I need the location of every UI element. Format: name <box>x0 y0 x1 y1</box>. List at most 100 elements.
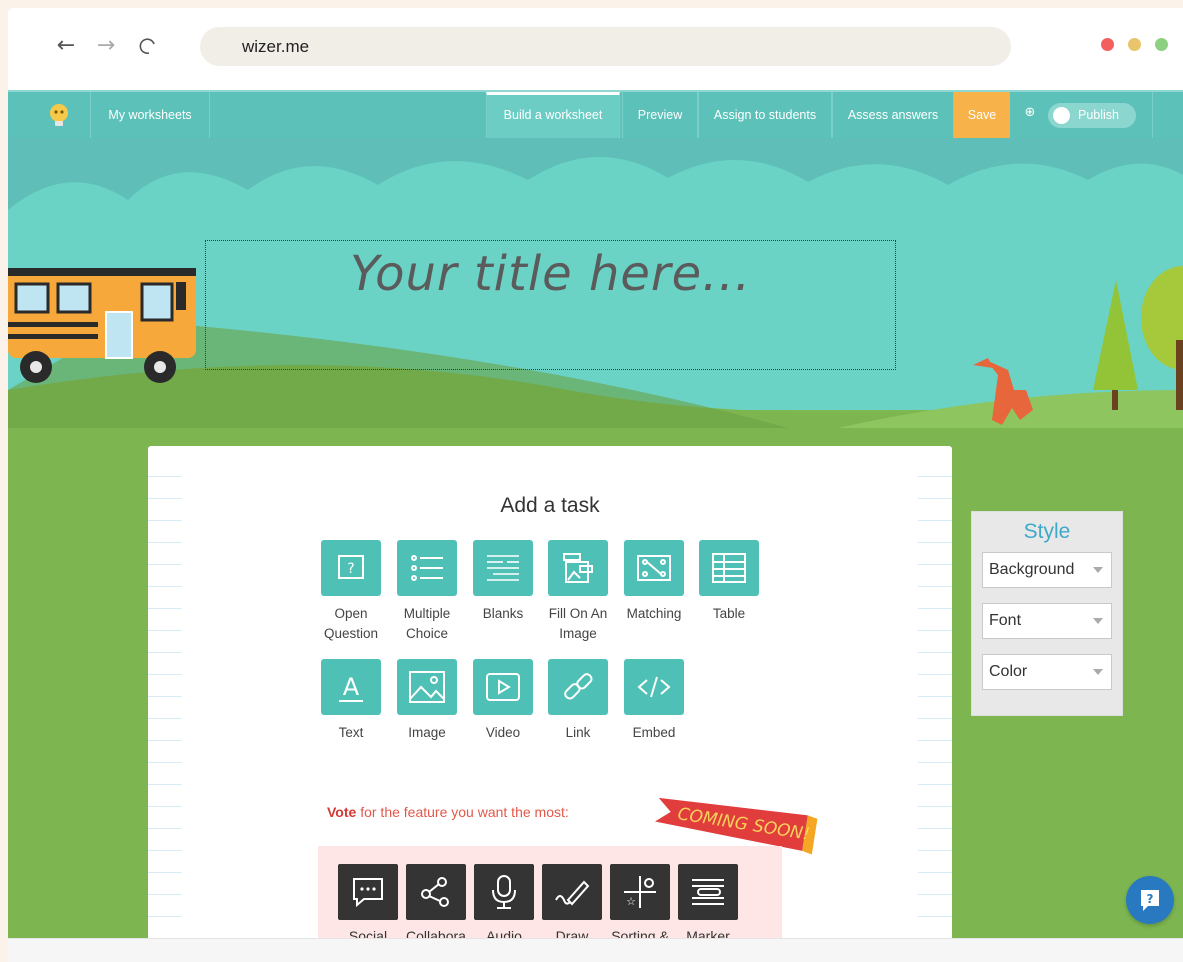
window-dot-yellow[interactable] <box>1128 38 1141 51</box>
font-select[interactable]: Font <box>982 603 1112 639</box>
vote-social[interactable]: Social <box>334 864 402 938</box>
color-select[interactable]: Color <box>982 654 1112 690</box>
vote-collaborate[interactable]: Collabora <box>402 864 470 938</box>
paper-rule-line <box>148 828 182 829</box>
paper-rule-line <box>148 498 182 499</box>
task-label: Text <box>338 725 364 740</box>
tab-build-worksheet[interactable]: Build a worksheet <box>486 92 620 138</box>
task-table[interactable]: Table <box>691 540 767 624</box>
paper-rule-line <box>918 872 952 873</box>
svg-text:A: A <box>343 673 360 701</box>
my-worksheets-link[interactable]: My worksheets <box>90 92 210 138</box>
vote-label: Marker <box>686 928 730 938</box>
social-icon <box>338 864 398 920</box>
style-title: Style <box>1023 520 1071 543</box>
vote-marker[interactable]: Marker <box>674 864 742 938</box>
task-multiple-choice[interactable]: Multiple Choice <box>389 540 465 644</box>
wizer-logo-icon[interactable] <box>46 102 72 128</box>
task-matching[interactable]: Matching <box>616 540 692 624</box>
tab-assign-to-students[interactable]: Assign to students <box>698 92 832 138</box>
reload-icon[interactable] <box>136 34 160 58</box>
worksheet-title-field[interactable]: Your title here... <box>205 240 896 370</box>
paper-rule-line <box>918 916 952 917</box>
vote-draw[interactable]: Draw <box>538 864 606 938</box>
publish-toggle[interactable]: Publish <box>1048 103 1136 128</box>
task-label: Image <box>408 725 446 740</box>
matching-icon <box>624 540 684 596</box>
paper-rule-line <box>918 586 952 587</box>
fill-on-image-icon <box>548 540 608 596</box>
svg-text:?: ? <box>1147 892 1154 906</box>
appbar-edge <box>1152 92 1183 138</box>
paper-rule-line <box>148 872 182 873</box>
save-button[interactable]: Save <box>954 92 1010 138</box>
vote-features-panel: Social Collabora Audio Draw ☆ Sorting & … <box>318 846 782 938</box>
paper-rule-line <box>918 498 952 499</box>
paper-rule-line <box>918 696 952 697</box>
vote-label: Collabora <box>406 928 466 938</box>
text-icon: A <box>321 659 381 715</box>
browser-bottom-strip <box>8 938 1183 962</box>
help-icon: ? <box>1141 890 1159 911</box>
paper-rule-line <box>918 652 952 653</box>
task-label: Video <box>485 725 521 740</box>
paper-rule-line <box>148 608 182 609</box>
paper-rule-line <box>148 542 182 543</box>
task-open-question[interactable]: ? Open Question <box>313 540 389 644</box>
paper-rule-line <box>148 674 182 675</box>
paper-rule-line <box>148 564 182 565</box>
paper-rule-line <box>148 476 182 477</box>
tab-assess-answers[interactable]: Assess answers <box>832 92 954 138</box>
chevron-down-icon <box>1093 567 1103 573</box>
forward-arrow-icon[interactable]: → <box>94 34 118 58</box>
task-fill-on-image[interactable]: Fill On An Image <box>540 540 616 644</box>
paper-rule-line <box>148 652 182 653</box>
paper-rule-line <box>918 894 952 895</box>
marker-icon <box>678 864 738 920</box>
toggle-knob <box>1053 107 1070 124</box>
vote-text: for the feature you want the most: <box>356 804 569 820</box>
collaborate-icon <box>406 864 466 920</box>
task-link[interactable]: Link <box>540 659 616 743</box>
task-blanks[interactable]: Blanks <box>465 540 541 624</box>
browser-toolbar: ← → wizer.me <box>8 8 1183 88</box>
sorting-icon: ☆ <box>610 864 670 920</box>
vote-sorting[interactable]: ☆ Sorting & <box>606 864 674 938</box>
paper-rule-line <box>148 520 182 521</box>
draw-icon <box>542 864 602 920</box>
color-select-label: Color <box>989 663 1028 680</box>
link-icon <box>548 659 608 715</box>
address-bar[interactable]: wizer.me <box>200 27 1011 66</box>
window-dot-green[interactable] <box>1155 38 1168 51</box>
open-question-icon: ? <box>321 540 381 596</box>
paper-rule-line <box>148 894 182 895</box>
paper-rule-line <box>918 784 952 785</box>
paper-rule-line <box>918 542 952 543</box>
window-dot-red[interactable] <box>1101 38 1114 51</box>
task-video[interactable]: Video <box>465 659 541 743</box>
help-chat-button[interactable]: ? <box>1126 876 1174 924</box>
task-label: Matching <box>626 606 682 621</box>
image-icon <box>397 659 457 715</box>
task-image[interactable]: Image <box>389 659 465 743</box>
paper-rule-line <box>148 850 182 851</box>
chevron-down-icon <box>1093 618 1103 624</box>
paper-rule-line <box>918 850 952 851</box>
tab-preview[interactable]: Preview <box>622 92 698 138</box>
vote-audio[interactable]: Audio <box>470 864 538 938</box>
browser-window: ← → wizer.me My worksheets Build a works… <box>8 8 1183 962</box>
vote-label: Audio <box>486 928 522 938</box>
globe-icon[interactable]: ⊕ <box>1022 105 1038 121</box>
title-placeholder: Your title here... <box>350 246 751 302</box>
back-arrow-icon[interactable]: ← <box>54 34 78 58</box>
video-icon <box>473 659 533 715</box>
task-text[interactable]: A Text <box>313 659 389 743</box>
worksheet-paper: Add a task ? Open Question Multiple Choi… <box>148 446 952 938</box>
font-select-label: Font <box>989 612 1022 629</box>
style-panel: Style Background Font Color <box>971 511 1123 716</box>
blanks-icon <box>473 540 533 596</box>
background-select[interactable]: Background <box>982 552 1112 588</box>
task-label: Multiple Choice <box>403 606 451 641</box>
microphone-icon <box>474 864 534 920</box>
task-embed[interactable]: Embed <box>616 659 692 743</box>
